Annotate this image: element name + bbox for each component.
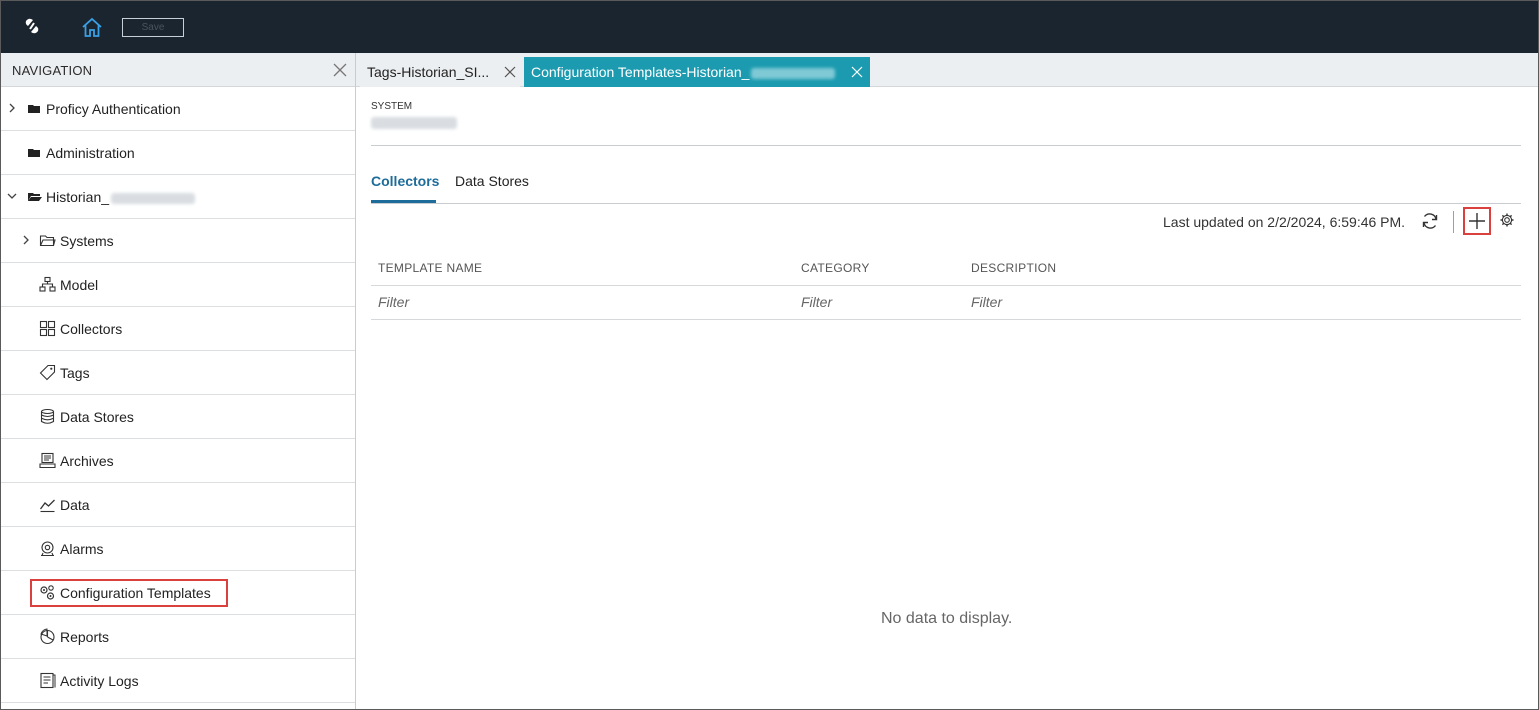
chevron-right-icon[interactable] <box>7 103 17 113</box>
refresh-icon[interactable] <box>1420 211 1440 231</box>
tab-configuration-templates[interactable]: Configuration Templates-Historian_ <box>524 57 870 87</box>
folder-open-icon <box>28 193 42 201</box>
gears-icon <box>40 585 55 600</box>
nav-item-model[interactable]: Model <box>1 263 355 307</box>
top-bar: Save <box>1 1 1538 53</box>
folder-icon <box>28 149 40 157</box>
nav-item-label: Reports <box>60 629 110 645</box>
chevron-right-icon[interactable] <box>21 235 31 245</box>
nav-item-label: Configuration Templates <box>60 585 211 601</box>
nav-item-archives[interactable]: Archives <box>1 439 355 483</box>
alarm-icon <box>41 541 54 557</box>
nav-item-systems[interactable]: Systems <box>1 219 355 263</box>
navigation-panel: NAVIGATION Proficy Authentication Admini… <box>1 53 356 709</box>
nav-item-label: Historian_ <box>46 189 196 205</box>
close-icon[interactable] <box>851 66 863 78</box>
pie-chart-icon <box>40 628 55 645</box>
nav-item-label: Data Stores <box>60 409 134 425</box>
nav-item-proficy-authentication[interactable]: Proficy Authentication <box>1 87 355 131</box>
nav-item-label: Administration <box>46 145 135 161</box>
grid-icon <box>39 320 56 337</box>
close-icon[interactable] <box>504 66 516 78</box>
app-logo-icon <box>25 18 39 34</box>
plus-icon <box>1469 213 1485 229</box>
empty-state-message: No data to display. <box>881 610 1013 627</box>
tab-label: Configuration Templates-Historian_ <box>531 64 750 80</box>
nav-item-label: Model <box>60 277 99 293</box>
database-icon <box>40 408 55 424</box>
system-label: SYSTEM <box>371 101 413 112</box>
archive-icon <box>39 452 56 469</box>
tab-bar: Tags-Historian_SI... Configuration Templ… <box>356 53 1538 87</box>
redacted-text <box>111 192 196 204</box>
nav-item-historian[interactable]: Historian_ <box>1 175 355 219</box>
last-updated-text: Last updated on 2/2/2024, 6:59:46 PM. <box>1163 214 1406 230</box>
hierarchy-icon <box>39 276 56 292</box>
divider <box>371 285 1521 286</box>
nav-item-label: Alarms <box>60 541 104 557</box>
column-header-template-name[interactable]: TEMPLATE NAME <box>378 261 482 275</box>
column-header-category[interactable]: CATEGORY <box>801 261 870 275</box>
nav-item-data-stores[interactable]: Data Stores <box>1 395 355 439</box>
nav-item-activity-logs[interactable]: Activity Logs <box>1 659 355 703</box>
nav-item-collectors[interactable]: Collectors <box>1 307 355 351</box>
filter-description-input[interactable]: Filter <box>971 294 1002 310</box>
nav-item-label: Data <box>60 497 90 513</box>
save-button[interactable]: Save <box>122 18 184 37</box>
nav-item-label: Archives <box>60 453 114 469</box>
divider <box>371 203 1521 204</box>
navigation-title: NAVIGATION <box>12 63 93 78</box>
nav-item-label: Systems <box>60 233 114 249</box>
nav-item-reports[interactable]: Reports <box>1 615 355 659</box>
tab-tags-historian[interactable]: Tags-Historian_SI... <box>360 57 520 87</box>
close-icon[interactable] <box>333 63 347 77</box>
filter-template-name-input[interactable]: Filter <box>378 294 409 310</box>
column-header-description[interactable]: DESCRIPTION <box>971 261 1056 275</box>
nav-item-label: Collectors <box>60 321 123 337</box>
gear-icon[interactable] <box>1499 212 1515 228</box>
divider <box>371 319 1521 320</box>
nav-item-label: Tags <box>60 365 90 381</box>
navigation-header: NAVIGATION <box>1 53 355 87</box>
nav-item-alarms[interactable]: Alarms <box>1 527 355 571</box>
nav-item-tags[interactable]: Tags <box>1 351 355 395</box>
folder-icon <box>28 105 40 113</box>
subtab-collectors[interactable]: Collectors <box>371 173 439 189</box>
subtab-data-stores[interactable]: Data Stores <box>455 173 529 189</box>
nav-item-label: Activity Logs <box>60 673 139 689</box>
nav-item-data[interactable]: Data <box>1 483 355 527</box>
main-content: SYSTEM Collectors Data Stores Last updat… <box>356 87 1538 709</box>
log-icon <box>40 672 56 689</box>
redacted-text <box>751 67 836 79</box>
home-icon[interactable] <box>80 16 104 40</box>
filter-category-input[interactable]: Filter <box>801 294 832 310</box>
nav-item-configuration-templates[interactable]: Configuration Templates <box>1 571 355 615</box>
folder-outline-icon <box>39 235 56 247</box>
nav-item-label: Proficy Authentication <box>46 101 181 117</box>
chevron-down-icon[interactable] <box>7 191 17 201</box>
system-value-redacted <box>371 117 457 129</box>
tag-icon <box>39 364 56 381</box>
line-chart-icon <box>39 499 55 513</box>
divider <box>371 145 1521 146</box>
nav-item-administration[interactable]: Administration <box>1 131 355 175</box>
add-template-button[interactable] <box>1463 207 1491 235</box>
tab-label: Tags-Historian_SI... <box>367 64 490 80</box>
toolbar-divider <box>1453 211 1454 233</box>
app-window: Save NAVIGATION Proficy Authentication A… <box>0 0 1539 710</box>
